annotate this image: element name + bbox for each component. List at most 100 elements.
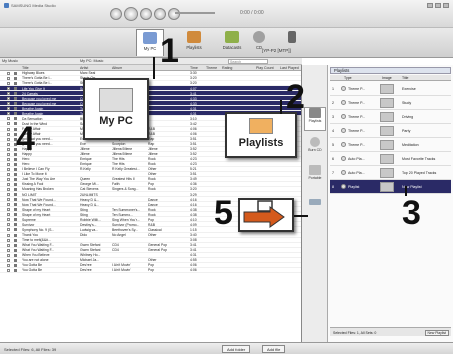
- sidebar-item-portable[interactable]: Portable: [304, 165, 326, 185]
- row-checkbox[interactable]: [7, 142, 10, 146]
- row-artist: Destiny's...: [80, 222, 97, 227]
- callout-pointer-1: [153, 57, 155, 79]
- row-checkbox[interactable]: [7, 253, 10, 257]
- row-genre: Rock: [148, 207, 156, 212]
- add-file-button[interactable]: Add file: [262, 345, 286, 353]
- col-rating[interactable]: Rating: [222, 66, 232, 70]
- col-title[interactable]: Title: [22, 66, 29, 70]
- row-checkbox[interactable]: [7, 177, 10, 181]
- col-album[interactable]: Album: [112, 66, 122, 70]
- row-genre: R&B: [148, 222, 155, 227]
- playlist-item[interactable]: 5 Theme P... Meditation: [330, 138, 451, 152]
- col-play-count[interactable]: Play Count: [256, 66, 274, 70]
- row-checkbox[interactable]: [7, 132, 10, 136]
- row-checkbox[interactable]: [7, 147, 10, 151]
- row-genre: Other: [148, 172, 157, 177]
- playlist-index: 3: [332, 114, 334, 119]
- maximize-icon[interactable]: [435, 3, 441, 8]
- row-checkbox[interactable]: [7, 203, 10, 207]
- row-checkbox[interactable]: [7, 208, 10, 212]
- playlist-item[interactable]: 2 Theme P... Study: [330, 96, 451, 110]
- row-checkbox[interactable]: [7, 238, 10, 242]
- row-checkbox[interactable]: [7, 268, 10, 272]
- playlist-type: Playlist: [348, 184, 360, 189]
- row-checkbox[interactable]: [7, 193, 10, 197]
- repeat-icon[interactable]: [168, 8, 180, 20]
- playlist-item[interactable]: 6 Auto Pla... Most Favorite Tracks: [330, 152, 451, 166]
- tab-playlists[interactable]: Playlists: [180, 29, 208, 56]
- row-artist: George Mi...: [80, 182, 99, 187]
- col-time[interactable]: Time: [190, 66, 198, 70]
- col-type[interactable]: Type: [344, 76, 352, 80]
- search-input[interactable]: Search: [228, 59, 268, 64]
- play-icon[interactable]: [124, 7, 138, 21]
- playlist-item[interactable]: 3 Theme P... Driving: [330, 110, 451, 124]
- add-folder-button[interactable]: Add folder: [222, 345, 251, 353]
- playlist-title: Meditation: [402, 142, 419, 147]
- music-file-icon: [14, 172, 17, 176]
- row-checkbox[interactable]: [7, 223, 10, 227]
- row-checkbox[interactable]: [7, 92, 10, 96]
- close-icon[interactable]: [443, 3, 449, 8]
- music-mode-dropdown[interactable]: My Music: [2, 59, 18, 63]
- transfer-button[interactable]: [304, 199, 326, 209]
- table-body: Highway Blues Marc Seal 3:30 There's Gotta …: [0, 71, 301, 273]
- row-checkbox[interactable]: [7, 213, 10, 217]
- row-checkbox[interactable]: [7, 157, 10, 161]
- previous-icon[interactable]: [110, 8, 122, 20]
- sidebar-item-burn-cd[interactable]: Burn CD: [304, 137, 326, 157]
- row-time: 3:40: [190, 232, 197, 237]
- row-checkbox[interactable]: [7, 122, 10, 126]
- row-checkbox[interactable]: [7, 258, 10, 262]
- col-theme[interactable]: Theme: [206, 66, 217, 70]
- row-checkbox[interactable]: [7, 102, 10, 106]
- new-playlist-button[interactable]: New Playlist: [424, 330, 449, 336]
- row-checkbox[interactable]: [7, 107, 10, 111]
- row-checkbox[interactable]: [7, 112, 10, 116]
- playlist-index: 7: [332, 170, 334, 175]
- row-checkbox[interactable]: [7, 188, 10, 192]
- tab-datacasts[interactable]: Datacasts: [218, 29, 246, 56]
- row-checkbox[interactable]: [7, 127, 10, 131]
- table-row[interactable]: You Gotta Be Des'ree I Ain't Movin' Pop 4:06: [0, 268, 301, 273]
- minimize-icon[interactable]: [427, 3, 433, 8]
- col-last-played[interactable]: Last Played: [280, 66, 299, 70]
- stop-icon[interactable]: [140, 8, 152, 20]
- row-checkbox[interactable]: [7, 228, 10, 232]
- row-checkbox[interactable]: [7, 77, 10, 81]
- row-checkbox[interactable]: [7, 82, 10, 86]
- row-checkbox[interactable]: [7, 72, 10, 75]
- playlist-item[interactable]: 7 Auto Pla... Top 20 Played Tracks: [330, 166, 451, 180]
- col-image[interactable]: Image: [382, 76, 392, 80]
- row-checkbox[interactable]: [7, 117, 10, 121]
- row-checkbox[interactable]: [7, 152, 10, 156]
- playlist-item[interactable]: 1 Theme P... Exercise: [330, 82, 451, 96]
- music-file-icon: [14, 198, 17, 202]
- playlist-item[interactable]: 4 Theme P... Party: [330, 124, 451, 138]
- row-time: 4:36: [190, 182, 197, 187]
- row-checkbox[interactable]: [7, 248, 10, 252]
- row-genre: R&B: [148, 131, 155, 136]
- row-checkbox[interactable]: [7, 243, 10, 247]
- playlist-item[interactable]: 8 Playlist New Playlist: [330, 180, 451, 194]
- row-checkbox[interactable]: [7, 172, 10, 176]
- row-checkbox[interactable]: [7, 167, 10, 171]
- volume-slider[interactable]: [175, 12, 215, 14]
- row-checkbox[interactable]: [7, 263, 10, 267]
- col-pl-title[interactable]: Title: [402, 76, 408, 80]
- row-artist: Marc Seal: [80, 71, 96, 76]
- next-icon[interactable]: [154, 8, 166, 20]
- playlists-header-text: Playlists: [334, 68, 350, 73]
- row-checkbox[interactable]: [7, 162, 10, 166]
- row-checkbox[interactable]: [7, 198, 10, 202]
- row-checkbox[interactable]: [7, 183, 10, 187]
- row-checkbox[interactable]: [7, 233, 10, 237]
- col-artist[interactable]: Artist: [80, 66, 88, 70]
- row-checkbox[interactable]: [7, 218, 10, 222]
- sidebar-item-playlists[interactable]: Playlists: [304, 107, 326, 131]
- playlist-index: 4: [332, 128, 334, 133]
- row-checkbox[interactable]: [7, 87, 10, 91]
- row-checkbox[interactable]: [7, 97, 10, 101]
- row-checkbox[interactable]: [7, 137, 10, 141]
- row-title: Hero: [22, 162, 30, 167]
